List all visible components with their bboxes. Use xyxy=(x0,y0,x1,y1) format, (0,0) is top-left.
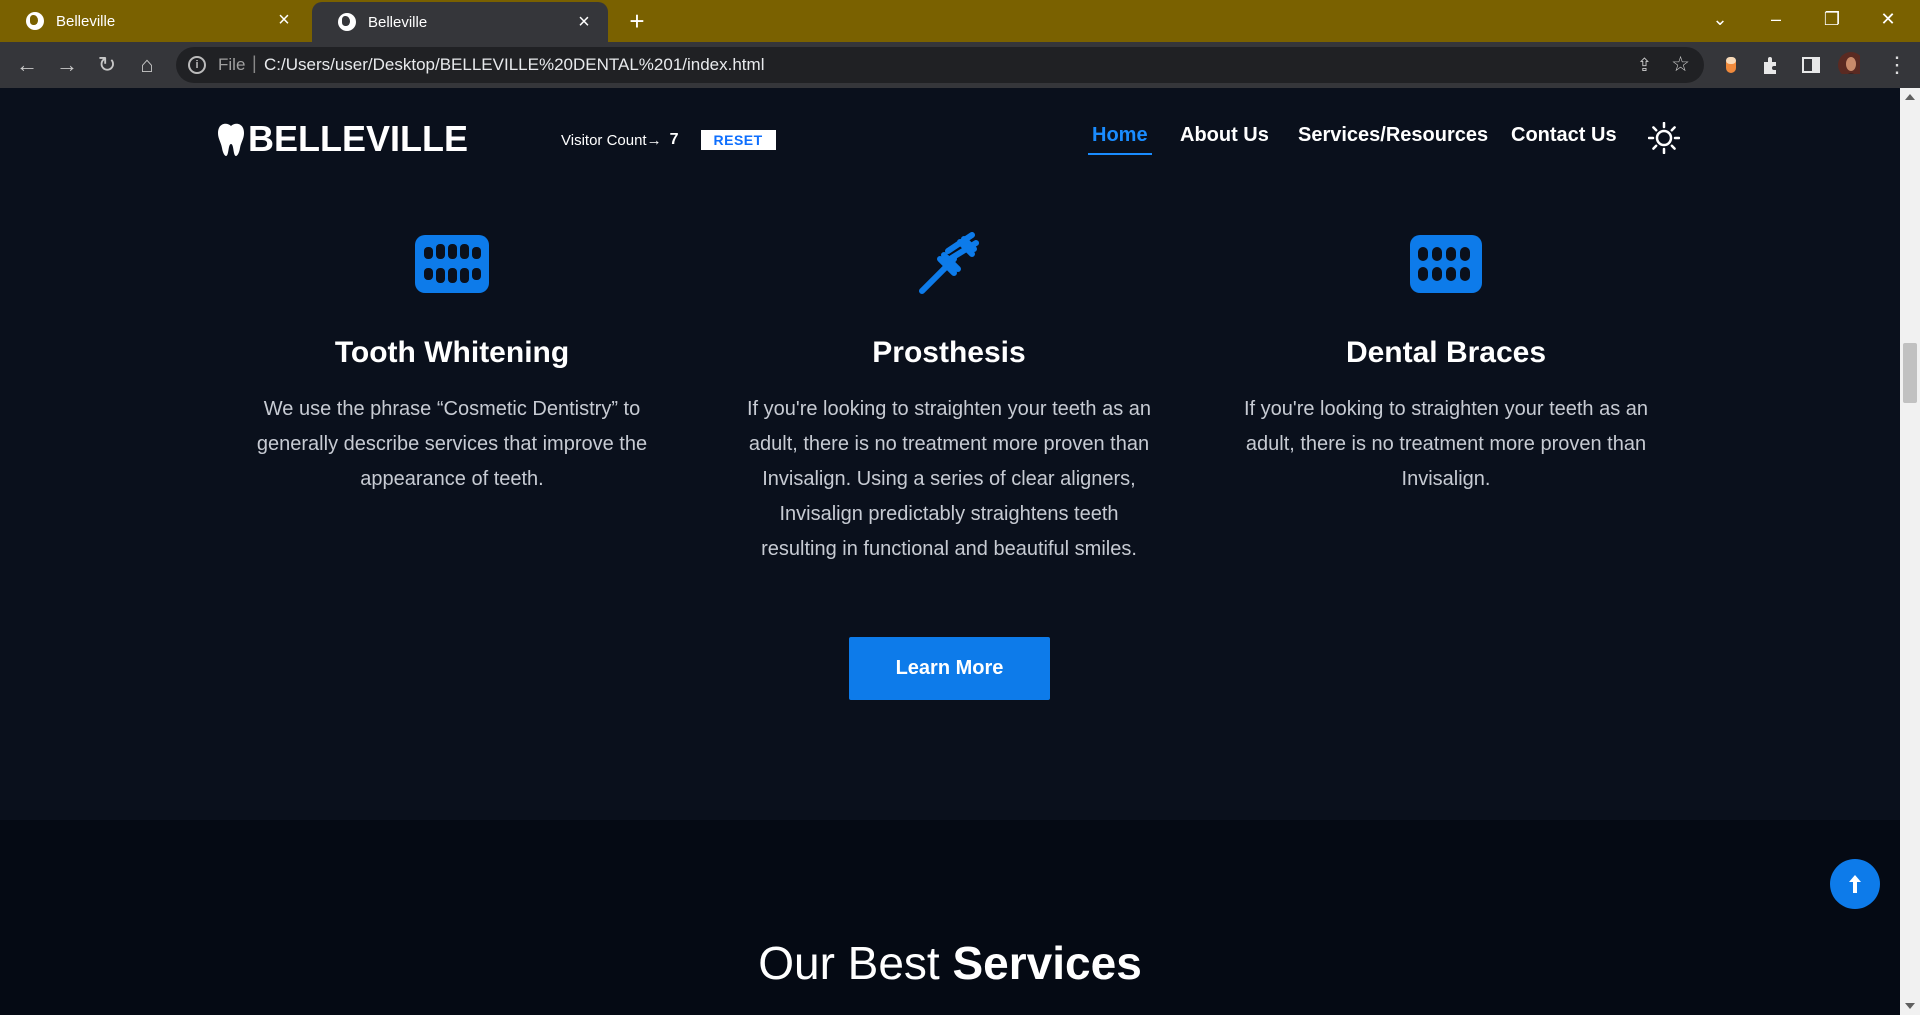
card-dental-braces: Dental Braces If you're looking to strai… xyxy=(1236,228,1656,497)
share-icon[interactable]: ⇪ xyxy=(1637,55,1652,76)
logo-text: BELLEVILLE xyxy=(248,118,469,159)
nav-contact-us[interactable]: Contact Us xyxy=(1511,124,1617,147)
visitor-count-value: 7 xyxy=(669,131,679,148)
card-prosthesis: Prosthesis If you're looking to straight… xyxy=(739,228,1159,567)
teeth-icon xyxy=(415,235,489,293)
tab-title: Belleville xyxy=(368,13,428,31)
card-text: If you're looking to straighten your tee… xyxy=(1243,398,1649,490)
new-tab-button[interactable]: + xyxy=(622,6,652,36)
web-page: BELLEVILLE Visitor Count→ 7 RESET Home A… xyxy=(0,88,1900,1015)
card-tooth-whitening: Tooth Whitening We use the phrase “Cosme… xyxy=(242,228,662,497)
browser-tab-2[interactable]: Belleville × xyxy=(312,2,608,42)
bookmark-star-icon[interactable]: ☆ xyxy=(1671,52,1690,77)
visitor-counter: Visitor Count→ 7 RESET xyxy=(561,130,776,150)
arrow-up-icon xyxy=(1849,875,1861,893)
card-text: If you're looking to straighten your tee… xyxy=(746,398,1152,560)
card-title: Dental Braces xyxy=(1345,336,1547,369)
scroll-down-arrow-icon[interactable] xyxy=(1905,1003,1915,1009)
heading-prefix: Our Best xyxy=(758,937,940,989)
tab-title: Belleville xyxy=(56,12,116,30)
best-services-section: Our Best Services xyxy=(0,820,1900,1015)
browser-tab-1[interactable]: Belleville × xyxy=(0,0,308,42)
browser-tab-strip: Belleville × Belleville × + ⌄ – ❐ ✕ xyxy=(0,0,1920,42)
close-icon[interactable]: × xyxy=(574,12,594,32)
menu-kebab-icon[interactable]: ⋮ xyxy=(1882,50,1912,80)
learn-more-button[interactable]: Learn More xyxy=(849,637,1050,700)
section-heading: Our Best Services xyxy=(0,936,1900,990)
teeth-open-icon xyxy=(1410,235,1482,293)
nav-home[interactable]: Home xyxy=(1088,124,1152,155)
nav-about-us[interactable]: About Us xyxy=(1180,124,1269,147)
globe-icon xyxy=(338,13,356,31)
forward-arrow-icon[interactable]: → xyxy=(52,50,82,80)
info-icon[interactable]: i xyxy=(188,56,206,74)
profile-avatar[interactable] xyxy=(1838,52,1860,74)
crutch-icon xyxy=(919,232,979,294)
reload-icon[interactable]: ↻ xyxy=(92,50,122,80)
reset-button[interactable]: RESET xyxy=(700,130,776,150)
home-icon[interactable]: ⌂ xyxy=(132,50,162,80)
scrollbar-thumb[interactable] xyxy=(1903,343,1917,403)
card-text: We use the phrase “Cosmetic Dentistry” t… xyxy=(256,398,648,490)
globe-icon xyxy=(26,12,44,30)
address-bar[interactable]: i File | C:/Users/user/Desktop/BELLEVILL… xyxy=(176,47,1704,83)
card-title: Tooth Whitening xyxy=(334,336,570,369)
window-close-icon[interactable]: ✕ xyxy=(1860,0,1916,40)
tooth-icon xyxy=(218,123,244,156)
minimize-icon[interactable]: – xyxy=(1748,0,1804,40)
close-icon[interactable]: × xyxy=(274,10,294,30)
back-arrow-icon[interactable]: ← xyxy=(12,50,42,80)
extensions-puzzle-icon[interactable] xyxy=(1760,54,1782,76)
sun-icon[interactable] xyxy=(1648,122,1680,154)
visitor-count-label: Visitor Count→ xyxy=(561,131,662,149)
site-logo[interactable]: BELLEVILLE xyxy=(216,118,468,160)
card-title: Prosthesis xyxy=(872,336,1026,369)
scheme-label: File xyxy=(218,55,246,74)
page-scrollbar[interactable] xyxy=(1900,88,1920,1015)
nav-services-resources[interactable]: Services/Resources xyxy=(1298,124,1488,147)
site-header: BELLEVILLE Visitor Count→ 7 RESET Home A… xyxy=(0,88,1900,188)
scroll-up-arrow-icon[interactable] xyxy=(1905,94,1915,100)
browser-toolbar: ← → ↻ ⌂ i File | C:/Users/user/Desktop/B… xyxy=(0,42,1920,88)
heading-bold: Services xyxy=(952,937,1142,989)
separator: | xyxy=(252,53,257,73)
restore-icon[interactable]: ❐ xyxy=(1804,0,1860,40)
side-panel-icon[interactable] xyxy=(1800,54,1822,76)
scroll-to-top-button[interactable] xyxy=(1830,859,1880,909)
tab-search-icon[interactable]: ⌄ xyxy=(1692,0,1748,40)
extension-orange-icon[interactable] xyxy=(1720,54,1742,76)
url-text[interactable]: C:/Users/user/Desktop/BELLEVILLE%20DENTA… xyxy=(264,55,764,75)
